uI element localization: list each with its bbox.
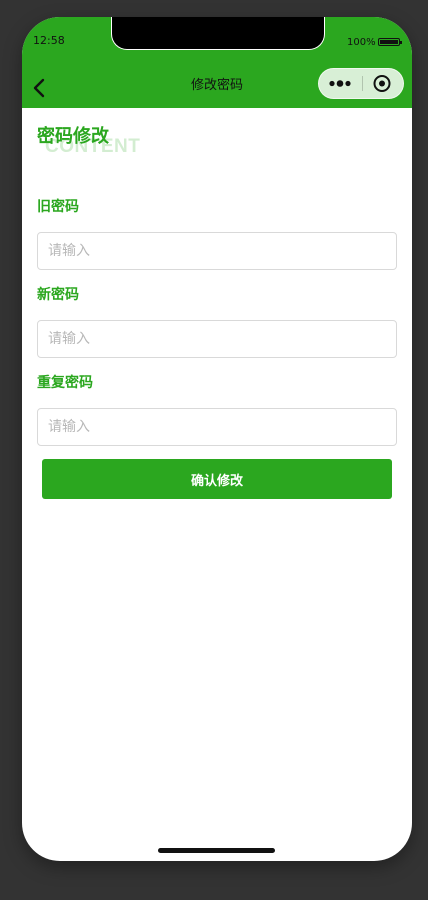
more-dots-icon[interactable] <box>323 69 361 98</box>
nav-header: 12:58 100% 修改密码 <box>22 17 412 108</box>
new-password-input[interactable] <box>37 320 397 358</box>
target-circle-icon[interactable] <box>365 69 401 98</box>
status-time: 12:58 <box>33 34 65 47</box>
new-password-label: 新密码 <box>37 287 79 303</box>
repeat-password-input[interactable] <box>37 408 397 446</box>
old-password-input[interactable] <box>37 232 397 270</box>
battery-percentage: 100% <box>347 37 376 48</box>
old-password-label: 旧密码 <box>37 199 79 215</box>
battery-icon <box>378 38 402 46</box>
section-title: 密码修改 <box>37 126 109 147</box>
device-notch <box>111 17 325 50</box>
phone-frame: 12:58 100% 修改密码 CONTENT 密码修改 旧密码 新密码 重复密… <box>22 17 412 861</box>
capsule-divider <box>362 76 363 91</box>
repeat-password-label: 重复密码 <box>37 375 93 391</box>
confirm-change-button[interactable]: 确认修改 <box>42 459 392 499</box>
home-indicator <box>158 848 275 853</box>
mini-program-capsule <box>318 68 404 99</box>
